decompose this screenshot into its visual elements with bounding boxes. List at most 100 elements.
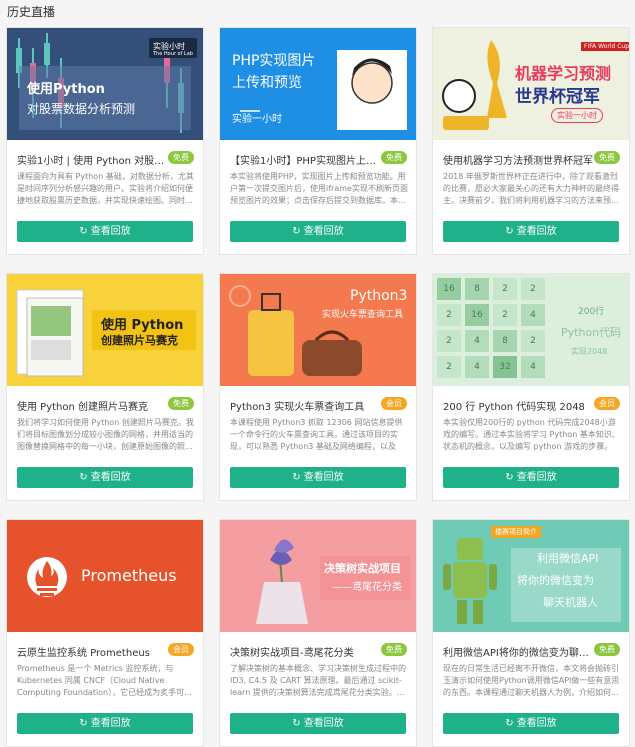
- price-badge: 免费: [594, 643, 620, 656]
- view-replay-button[interactable]: ↻ 查看回放: [443, 713, 619, 734]
- course-card[interactable]: PHP实现图片 上传和预览 实验一小时 【实验1小时】PHP实现图片上传和...…: [219, 27, 417, 255]
- replay-label: 查看回放: [90, 226, 131, 237]
- game-tile: 4: [465, 330, 489, 352]
- thumb-line1: Python3: [350, 288, 408, 304]
- thumb-line2: Python代码: [561, 326, 622, 339]
- replay-label: 查看回放: [303, 226, 344, 237]
- replay-label: 查看回放: [516, 472, 557, 483]
- refresh-icon: ↻: [79, 226, 88, 237]
- thumb-line2: 实现火车票查询工具: [322, 310, 404, 320]
- game-tile: 16: [437, 278, 461, 300]
- course-card[interactable]: 实验小时 The Hour of Lab 使用Python 对股票数据分析预测 …: [6, 27, 204, 255]
- thumb-line1: 决策树实战项目: [324, 562, 401, 575]
- course-thumbnail[interactable]: Python3 实现火车票查询工具: [220, 274, 416, 386]
- game-tile: 8: [465, 278, 489, 300]
- game-tile: 4: [521, 356, 545, 378]
- course-title[interactable]: 利用微信API将你的微信变为聊天机...: [443, 644, 593, 659]
- course-card[interactable]: Prometheus 云原生监控系统 Prometheus 会员 Prometh…: [6, 519, 204, 747]
- course-title[interactable]: 使用 Python 创建照片马赛克: [17, 398, 167, 413]
- thumb-line1: 机器学习预测: [515, 64, 612, 83]
- price-badge: 免费: [381, 643, 407, 656]
- view-replay-button[interactable]: ↻ 查看回放: [230, 467, 406, 488]
- course-description: 现在的日常生活已经离不开微信，本文将会抛砖引玉演示如何使用Python调用微信A…: [443, 664, 620, 697]
- refresh-icon: ↻: [79, 472, 88, 483]
- course-description: 本实验将使用PHP，实现图片上传和预览功能。用户第一次提交图片后，使用ifram…: [230, 172, 408, 205]
- course-title[interactable]: 云原生监控系统 Prometheus: [17, 644, 167, 659]
- price-badge: 会员: [168, 643, 194, 656]
- view-replay-button[interactable]: ↻ 查看回放: [230, 221, 406, 242]
- course-description: 课程面向为具有 Python 基础，对数据分析，尤其是时间序列分析感兴趣的用户。…: [17, 172, 194, 205]
- course-card[interactable]: 16 8 2 2 2 16 2 4 2 4 8 2 2 4 32 4 200行 Python代码 实现2048…: [432, 273, 630, 501]
- thumb-line3: 实现2048: [571, 347, 608, 356]
- course-thumbnail[interactable]: 楼赛项目简介 利用微信API 将你的微信变为 聊天机器人: [433, 520, 629, 632]
- replay-label: 查看回放: [90, 472, 131, 483]
- view-replay-button[interactable]: ↻ 查看回放: [443, 221, 619, 242]
- course-card[interactable]: Python3 实现火车票查询工具 Python3 实现火车票查询工具 会员 本…: [219, 273, 417, 501]
- view-replay-button[interactable]: ↻ 查看回放: [230, 713, 406, 734]
- price-badge: 会员: [594, 397, 620, 410]
- game-tile: 2: [437, 330, 461, 352]
- price-badge: 免费: [168, 397, 194, 410]
- course-card[interactable]: 楼赛项目简介 利用微信API 将你的微信变为 聊天机器人 利用微信API将你的微…: [432, 519, 630, 747]
- game-tile: 16: [465, 304, 489, 326]
- thumb-line2: ——鸢尾花分类: [332, 582, 402, 593]
- thumb-line1: PHP实现图片: [232, 53, 316, 69]
- course-thumbnail[interactable]: PHP实现图片 上传和预览 实验一小时: [220, 28, 416, 140]
- view-replay-button[interactable]: ↻ 查看回放: [17, 221, 193, 242]
- game-tile: 8: [493, 330, 517, 352]
- thumb-line2: 对股票数据分析预测: [27, 102, 136, 116]
- game-tile: 4: [465, 356, 489, 378]
- refresh-icon: ↻: [505, 472, 514, 483]
- course-title[interactable]: Python3 实现火车票查询工具: [230, 398, 380, 413]
- course-title[interactable]: 【实验1小时】PHP实现图片上传和...: [230, 152, 380, 167]
- price-badge: 免费: [168, 151, 194, 164]
- game-tile: 2: [437, 356, 461, 378]
- course-description: 2018 年俄罗斯世界杯正在进行中，除了观看激烈的比赛，愿必大家最关心的还有大力…: [443, 172, 619, 205]
- thumb-line1: 使用Python: [27, 82, 105, 97]
- course-card[interactable]: FIFA World Cup 机器学习预测 世界杯冠军 实验一小时 使用机器学习…: [432, 27, 630, 255]
- refresh-icon: ↻: [292, 226, 301, 237]
- logo-subtext: The Hour of Lab: [153, 51, 193, 57]
- course-title[interactable]: 使用机器学习方法预测世界杯冠军: [443, 152, 593, 167]
- thumb-line1: Prometheus: [81, 566, 177, 585]
- course-thumbnail[interactable]: 决策树实战项目 ——鸢尾花分类: [220, 520, 416, 632]
- course-thumbnail[interactable]: 16 8 2 2 2 16 2 4 2 4 8 2 2 4 32 4 200行 Python代码 实现2048: [433, 274, 629, 386]
- view-replay-button[interactable]: ↻ 查看回放: [17, 467, 193, 488]
- course-card[interactable]: 决策树实战项目 ——鸢尾花分类 决策树实战项目-鸢尾花分类 免费 了解决策树的基…: [219, 519, 417, 747]
- refresh-icon: ↻: [505, 718, 514, 729]
- page-title: 历史直播: [7, 5, 56, 19]
- thumb-line1: 使用 Python: [101, 318, 184, 333]
- game-tile: 2: [437, 304, 461, 326]
- thumb-line2: 世界杯冠军: [515, 87, 600, 107]
- course-title[interactable]: 实验1小时 | 使用 Python 对股票数...: [17, 152, 167, 167]
- thumb-tag: 楼赛项目简介: [491, 526, 541, 538]
- game-tile: 2: [521, 330, 545, 352]
- course-thumbnail[interactable]: FIFA World Cup 机器学习预测 世界杯冠军 实验一小时: [433, 28, 629, 140]
- thumb-line2: 上传和预览: [232, 75, 302, 91]
- course-thumbnail[interactable]: 实验小时 The Hour of Lab 使用Python 对股票数据分析预测: [7, 28, 203, 140]
- replay-label: 查看回放: [516, 226, 557, 237]
- course-title[interactable]: 200 行 Python 代码实现 2048: [443, 398, 593, 413]
- game-tile: 4: [521, 304, 545, 326]
- price-badge: 免费: [381, 151, 407, 164]
- thumb-line3: 实验一小时: [232, 114, 282, 125]
- course-card[interactable]: 使用 Python 创建照片马赛克 使用 Python 创建照片马赛克 免费 我…: [6, 273, 204, 501]
- view-replay-button[interactable]: ↻ 查看回放: [17, 713, 193, 734]
- course-description: 我们将学习如何使用 Python 创建照片马赛克。我们将目标图像划分成较小图像的…: [17, 418, 194, 451]
- tile-grid: 16 8 2 2 2 16 2 4 2 4 8 2 2 4 32 4: [437, 278, 549, 384]
- course-description: 本实验仅用200行的 python 代码完成2048小游戏的编写。通过本实验将学…: [443, 418, 620, 451]
- course-title[interactable]: 决策树实战项目-鸢尾花分类: [230, 644, 380, 659]
- view-replay-button[interactable]: ↻ 查看回放: [443, 467, 619, 488]
- thumb-line1: 200行: [578, 307, 605, 317]
- thumb-line3: 实验一小时: [551, 108, 603, 123]
- replay-label: 查看回放: [90, 718, 131, 729]
- refresh-icon: ↻: [505, 226, 514, 237]
- refresh-icon: ↻: [292, 472, 301, 483]
- game-tile: 2: [493, 304, 517, 326]
- course-thumbnail[interactable]: Prometheus: [7, 520, 203, 632]
- course-thumbnail[interactable]: 使用 Python 创建照片马赛克: [7, 274, 203, 386]
- thumb-line3: 聊天机器人: [543, 596, 598, 609]
- replay-label: 查看回放: [516, 718, 557, 729]
- thumb-tag: FIFA World Cup: [581, 42, 629, 51]
- game-tile: 2: [521, 278, 545, 300]
